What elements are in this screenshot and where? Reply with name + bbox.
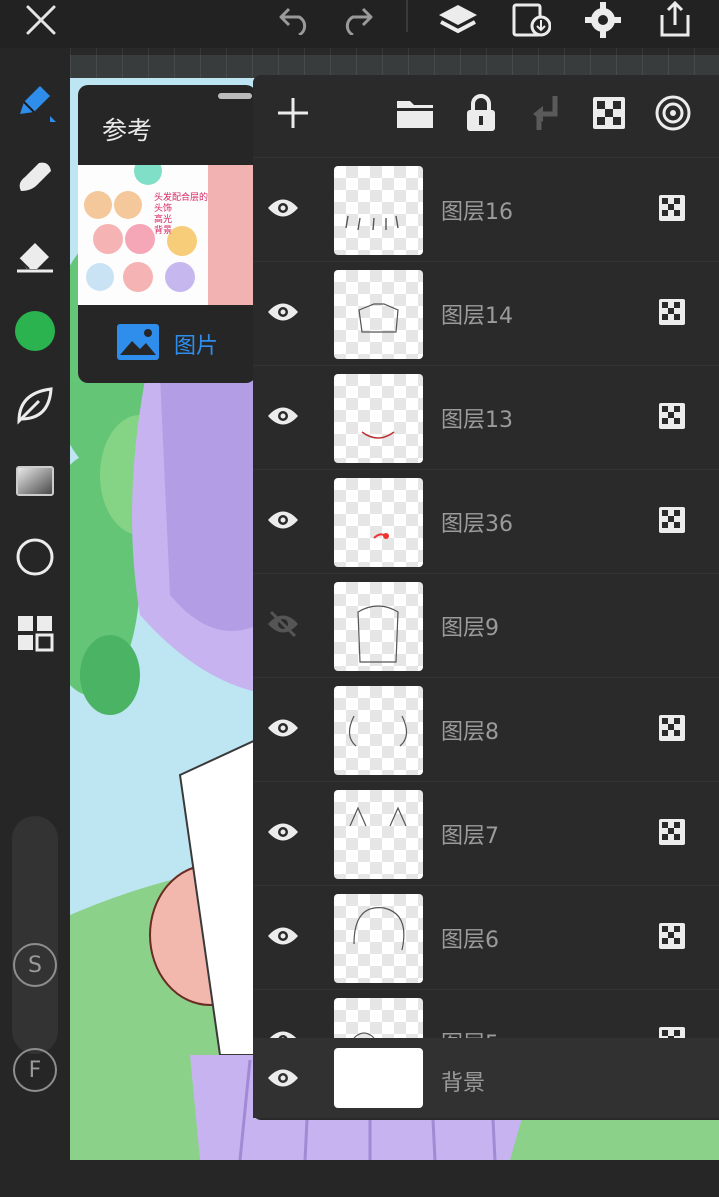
layer-row[interactable]: 图层16 bbox=[253, 157, 719, 261]
alpha-lock-icon[interactable] bbox=[658, 506, 686, 534]
eye-hidden-icon[interactable] bbox=[263, 604, 303, 644]
top-toolbar bbox=[0, 0, 719, 48]
grid-menu-icon bbox=[16, 614, 54, 656]
add-layer-button[interactable] bbox=[269, 91, 317, 139]
eye-icon[interactable] bbox=[263, 500, 303, 540]
canvas-bottom-bar bbox=[0, 1160, 719, 1197]
pen-icon bbox=[14, 80, 56, 126]
merge-down-button[interactable] bbox=[521, 91, 569, 139]
layer-name: 图层9 bbox=[441, 616, 499, 641]
drawing-app: S F 参考 头发配合层的 头饰 高光 背景 图片 图层16 图层14 图层13… bbox=[0, 0, 719, 1197]
smudge-icon bbox=[15, 157, 55, 201]
eye-icon[interactable] bbox=[263, 1058, 303, 1098]
layer-thumbnail bbox=[334, 686, 423, 775]
toolbar-divider bbox=[406, 0, 408, 32]
eye-icon[interactable] bbox=[263, 812, 303, 852]
image-icon bbox=[116, 323, 160, 365]
layer-name: 图层14 bbox=[441, 304, 513, 329]
reference-handwritten-note: 头发配合层的 头饰 高光 背景 bbox=[154, 193, 209, 236]
left-toolbar: S F bbox=[0, 48, 70, 1197]
reference-source-label: 图片 bbox=[173, 334, 218, 359]
reference-source-bar[interactable]: 图片 bbox=[78, 305, 256, 383]
layer-name: 图层7 bbox=[441, 824, 499, 849]
shape-tool[interactable] bbox=[12, 536, 58, 582]
layer-thumbnail bbox=[334, 270, 423, 359]
share-icon[interactable] bbox=[652, 0, 698, 40]
eye-icon[interactable] bbox=[263, 396, 303, 436]
leaf-brush-icon bbox=[15, 385, 55, 429]
alpha-lock-icon[interactable] bbox=[658, 194, 686, 222]
gradient-tool[interactable] bbox=[12, 460, 58, 506]
layer-name: 图层36 bbox=[441, 512, 513, 537]
layer-thumbnail bbox=[334, 478, 423, 567]
brush-library[interactable] bbox=[12, 384, 58, 430]
eye-icon[interactable] bbox=[263, 292, 303, 332]
settings-icon[interactable] bbox=[580, 0, 626, 40]
layer-thumbnail bbox=[334, 374, 423, 463]
eye-icon[interactable] bbox=[263, 916, 303, 956]
layer-name: 图层8 bbox=[441, 720, 499, 745]
blend-mode-icon bbox=[654, 94, 692, 136]
layer-name: 图层16 bbox=[441, 200, 513, 225]
alpha-lock-icon[interactable] bbox=[658, 714, 686, 742]
layers-panel: 图层16图层14图层13图层36图层9图层8图层7图层6图层5 bbox=[253, 75, 719, 1120]
reference-title: 参考 bbox=[102, 116, 153, 145]
current-color bbox=[15, 311, 55, 351]
alpha-lock-icon[interactable] bbox=[658, 298, 686, 326]
layers-panel-toolbar bbox=[253, 75, 719, 157]
reference-panel: 参考 头发配合层的 头饰 高光 背景 图片 bbox=[78, 85, 256, 383]
folder-icon bbox=[396, 97, 434, 133]
shape-icon bbox=[15, 537, 55, 581]
smudge-tool[interactable] bbox=[12, 156, 58, 202]
layer-row[interactable]: 图层8 bbox=[253, 677, 719, 781]
undo-icon[interactable] bbox=[272, 0, 318, 40]
color-swatch[interactable] bbox=[12, 308, 58, 354]
brush-size-slider[interactable] bbox=[12, 816, 58, 1054]
more-tools-button[interactable] bbox=[12, 612, 58, 658]
layer-row[interactable]: 图层6 bbox=[253, 885, 719, 989]
layer-name: 图层6 bbox=[441, 928, 499, 953]
layer-thumbnail bbox=[334, 166, 423, 255]
layer-row[interactable]: 图层7 bbox=[253, 781, 719, 885]
background-thumbnail bbox=[334, 1048, 423, 1108]
new-group-button[interactable] bbox=[391, 91, 439, 139]
pen-tool[interactable] bbox=[12, 80, 58, 126]
canvas-grid-strip bbox=[70, 48, 719, 78]
layer-row[interactable]: 图层14 bbox=[253, 261, 719, 365]
alpha-lock-icon bbox=[592, 96, 626, 134]
merge-down-icon bbox=[529, 94, 561, 136]
eye-icon[interactable] bbox=[263, 188, 303, 228]
background-layer-name: 背景 bbox=[441, 1071, 486, 1096]
f-button[interactable]: F bbox=[13, 1048, 57, 1092]
alpha-lock-button[interactable] bbox=[585, 91, 633, 139]
eraser-tool[interactable] bbox=[12, 232, 58, 278]
layers-icon[interactable] bbox=[435, 0, 481, 40]
background-layer-row[interactable]: 背景 bbox=[253, 1038, 719, 1118]
blend-mode-button[interactable] bbox=[649, 91, 697, 139]
layer-row[interactable]: 图层9 bbox=[253, 573, 719, 677]
redo-icon[interactable] bbox=[334, 0, 380, 40]
eye-icon[interactable] bbox=[263, 708, 303, 748]
layer-row[interactable]: 图层13 bbox=[253, 365, 719, 469]
layer-thumbnail bbox=[334, 790, 423, 879]
alpha-lock-icon[interactable] bbox=[658, 818, 686, 846]
eraser-icon bbox=[15, 233, 55, 277]
gradient-icon bbox=[15, 465, 55, 501]
lock-icon bbox=[464, 94, 498, 136]
alpha-lock-icon[interactable] bbox=[658, 922, 686, 950]
close-icon[interactable] bbox=[18, 0, 64, 40]
add-layer-icon bbox=[276, 96, 310, 134]
alpha-lock-icon[interactable] bbox=[658, 402, 686, 430]
layer-name: 图层13 bbox=[441, 408, 513, 433]
layer-row[interactable]: 图层36 bbox=[253, 469, 719, 573]
lock-layer-button[interactable] bbox=[457, 91, 505, 139]
import-image-icon[interactable] bbox=[508, 0, 554, 40]
reference-drag-handle[interactable] bbox=[218, 93, 252, 99]
layer-thumbnail bbox=[334, 894, 423, 983]
layer-thumbnail bbox=[334, 582, 423, 671]
s-button[interactable]: S bbox=[13, 943, 57, 987]
